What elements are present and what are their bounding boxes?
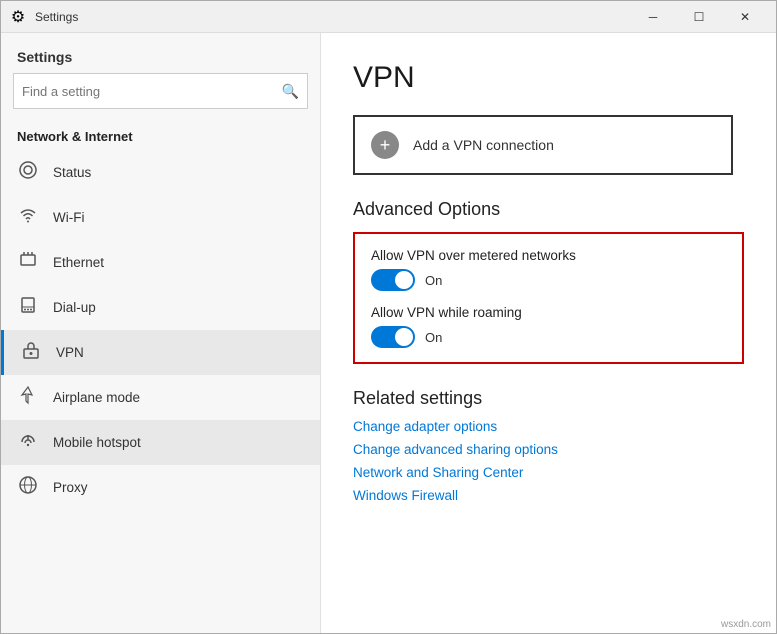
app-icon: ⚙ [9, 8, 27, 26]
maximize-button[interactable]: ☐ [676, 1, 722, 33]
dialup-icon [17, 295, 39, 320]
toggle-roaming-state: On [425, 330, 442, 345]
search-icon[interactable]: 🔍 [282, 83, 299, 100]
wifi-icon [17, 205, 39, 230]
toggle-metered-container: On [371, 269, 726, 291]
section-label: Network & Internet [1, 121, 320, 150]
sidebar-item-hotspot[interactable]: Mobile hotspot [1, 420, 320, 465]
watermark: wsxdn.com [721, 619, 771, 630]
sidebar-item-airplane[interactable]: Airplane mode [1, 375, 320, 420]
hotspot-icon [17, 430, 39, 455]
status-icon [17, 160, 39, 185]
sidebar-item-label: VPN [56, 345, 84, 360]
related-settings-title: Related settings [353, 388, 744, 409]
related-link-0[interactable]: Change adapter options [353, 419, 744, 434]
toggle-metered-networks-row: Allow VPN over metered networks On [371, 248, 726, 291]
settings-window: ⚙ Settings ─ ☐ ✕ Settings 🔍 Network & In… [0, 0, 777, 634]
page-title: VPN [353, 61, 744, 95]
toggle-metered-switch[interactable] [371, 269, 415, 291]
sidebar-item-dialup[interactable]: Dial-up [1, 285, 320, 330]
sidebar-item-label: Mobile hotspot [53, 435, 141, 450]
related-link-3[interactable]: Windows Firewall [353, 488, 744, 503]
toggle-metered-label: Allow VPN over metered networks [371, 248, 726, 263]
sidebar-item-status[interactable]: Status [1, 150, 320, 195]
toggle-metered-state: On [425, 273, 442, 288]
add-vpn-label: Add a VPN connection [413, 137, 554, 153]
sidebar-item-label: Ethernet [53, 255, 104, 270]
sidebar-item-vpn[interactable]: VPN [1, 330, 320, 375]
titlebar: ⚙ Settings ─ ☐ ✕ [1, 1, 776, 33]
sidebar-item-ethernet[interactable]: Ethernet [1, 240, 320, 285]
main-content: Settings 🔍 Network & Internet Status [1, 33, 776, 633]
related-link-1[interactable]: Change advanced sharing options [353, 442, 744, 457]
main-panel: VPN + Add a VPN connection Advanced Opti… [321, 33, 776, 633]
search-box[interactable]: 🔍 [13, 73, 308, 109]
toggle-roaming-switch[interactable] [371, 326, 415, 348]
sidebar-item-label: Proxy [53, 480, 88, 495]
sidebar-header: Settings [1, 33, 320, 73]
sidebar-item-label: Dial-up [53, 300, 96, 315]
advanced-options-title: Advanced Options [353, 199, 744, 220]
toggle-roaming-row: Allow VPN while roaming On [371, 305, 726, 348]
sidebar-item-wifi[interactable]: Wi-Fi [1, 195, 320, 240]
related-link-2[interactable]: Network and Sharing Center [353, 465, 744, 480]
toggle-roaming-label: Allow VPN while roaming [371, 305, 726, 320]
proxy-icon [17, 475, 39, 500]
sidebar-title: Settings [17, 49, 72, 65]
sidebar-item-label: Wi-Fi [53, 210, 84, 225]
add-vpn-box[interactable]: + Add a VPN connection [353, 115, 733, 175]
window-controls: ─ ☐ ✕ [630, 1, 768, 33]
sidebar-item-label: Airplane mode [53, 390, 140, 405]
sidebar: Settings 🔍 Network & Internet Status [1, 33, 321, 633]
advanced-options-box: Allow VPN over metered networks On Allow… [353, 232, 744, 364]
minimize-button[interactable]: ─ [630, 1, 676, 33]
vpn-icon [20, 340, 42, 365]
ethernet-icon [17, 250, 39, 275]
sidebar-item-label: Status [53, 165, 91, 180]
plus-icon: + [371, 131, 399, 159]
window-title: Settings [35, 10, 630, 24]
sidebar-item-proxy[interactable]: Proxy [1, 465, 320, 510]
close-button[interactable]: ✕ [722, 1, 768, 33]
toggle-roaming-container: On [371, 326, 726, 348]
search-input[interactable] [22, 84, 282, 99]
airplane-icon [17, 385, 39, 410]
